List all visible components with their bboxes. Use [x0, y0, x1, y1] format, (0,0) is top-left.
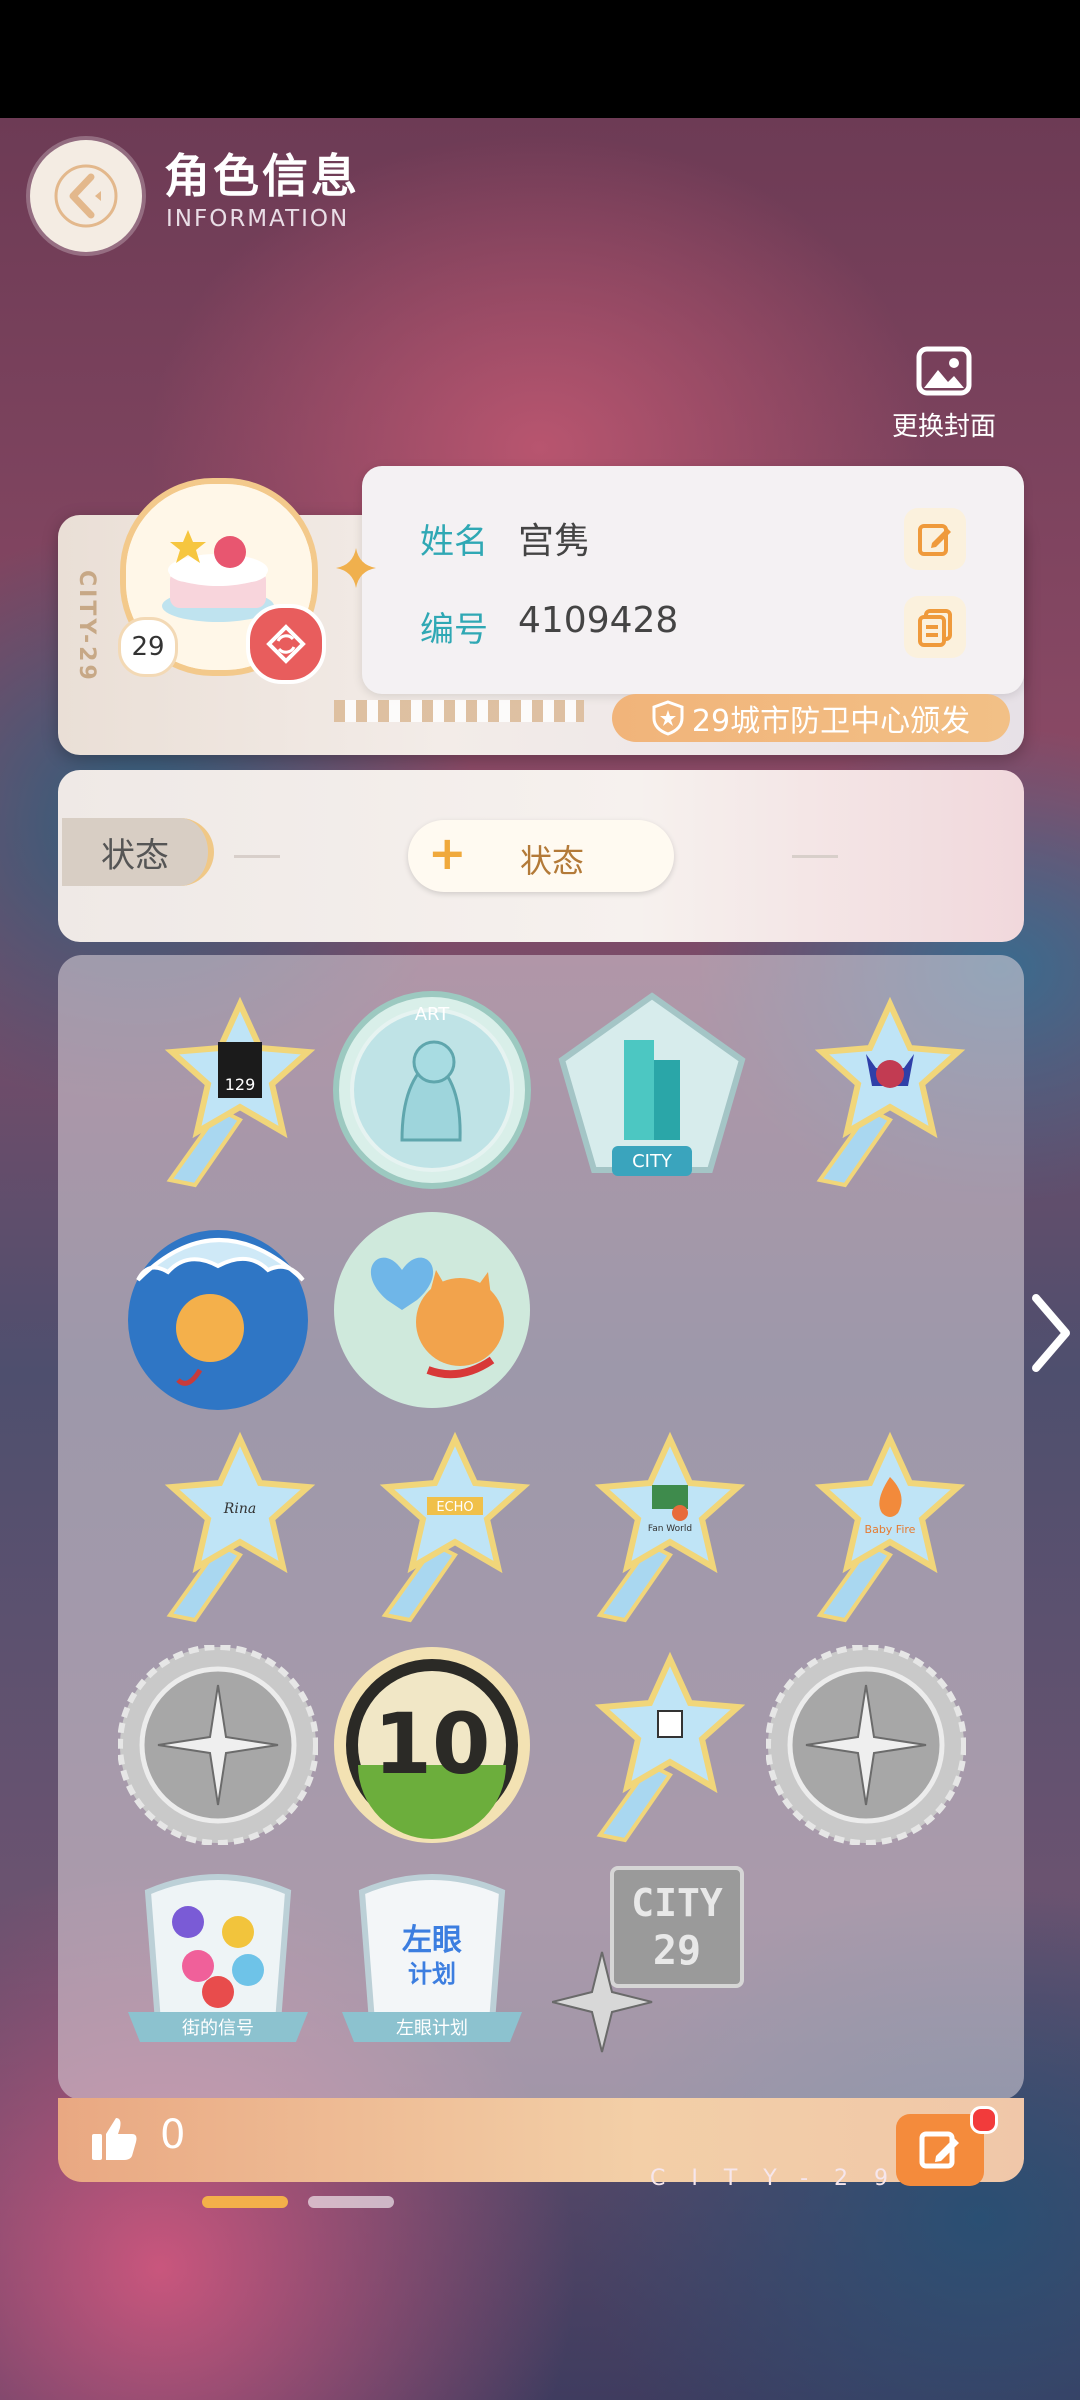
level-badge: 29 — [118, 617, 178, 677]
next-page-arrow-icon[interactable] — [1028, 1290, 1074, 1376]
compass-medal-silver-icon[interactable] — [765, 1644, 967, 1846]
divider — [792, 855, 838, 858]
svg-text:计划: 计划 — [408, 1960, 456, 1988]
ten-medal-icon[interactable]: 10 — [332, 1645, 532, 1845]
status-tag: 状态 — [62, 818, 214, 886]
city-side-label: CITY-29 — [74, 570, 99, 683]
svg-text:Baby Fire: Baby Fire — [865, 1523, 916, 1536]
thumbs-up-icon[interactable] — [88, 2112, 140, 2164]
sparkle-icon — [336, 548, 376, 588]
profile-info-panel — [362, 466, 1024, 694]
svg-text:10: 10 — [374, 1695, 491, 1793]
svg-text:29: 29 — [653, 1928, 701, 1974]
id-value: 4109428 — [518, 600, 679, 641]
svg-text:CITY: CITY — [631, 1881, 723, 1925]
star-badge-129-icon[interactable]: 129 — [140, 990, 340, 1190]
back-button[interactable] — [30, 140, 142, 252]
svg-text:Rina: Rina — [223, 1501, 256, 1517]
art-badge-icon[interactable]: ART — [332, 990, 532, 1190]
page-indicator — [308, 2196, 394, 2208]
svg-text:左眼: 左眼 — [402, 1923, 462, 1958]
issuer-text: 29城市防卫中心颁发 — [691, 704, 971, 739]
rain-cat-badge-icon[interactable] — [118, 1210, 318, 1410]
change-cover-button[interactable]: 更换封面 — [880, 340, 1008, 450]
edit-name-button[interactable] — [904, 508, 966, 570]
svg-text:CITY: CITY — [632, 1151, 673, 1172]
city-badge-icon[interactable]: CITY — [552, 990, 752, 1190]
svg-text:ECHO: ECHO — [436, 1500, 473, 1515]
id-label: 编号 — [420, 610, 488, 650]
svg-text:左眼计划: 左眼计划 — [396, 2018, 468, 2039]
city-29-badge-icon[interactable]: CITY 29 — [551, 1862, 752, 2062]
svg-text:ART: ART — [415, 1004, 451, 1025]
mystery-signal-badge-icon[interactable]: 街的信号 — [118, 1862, 318, 2062]
star-badge-rina-icon[interactable]: Rina — [140, 1425, 340, 1625]
notification-dot — [970, 2106, 998, 2134]
add-status-label: 状态 — [520, 842, 585, 880]
name-label: 姓名 — [420, 522, 488, 562]
add-status-button[interactable]: + 状态 — [408, 820, 674, 892]
star-badge-baby-devil-icon[interactable] — [790, 990, 990, 1190]
left-eye-plan-badge-icon[interactable]: 左眼 计划 左眼计划 — [332, 1862, 532, 2062]
shield-icon — [652, 700, 684, 736]
plus-icon: + — [428, 826, 467, 880]
like-count: 0 — [160, 2112, 186, 2158]
back-arrow-icon — [54, 164, 118, 228]
heart-cat-badge-icon[interactable] — [332, 1210, 532, 1410]
page-subtitle: INFORMATION — [166, 206, 350, 232]
svg-text:Fan World: Fan World — [648, 1524, 692, 1534]
star-badge-fanworld-icon[interactable]: Fan World — [570, 1425, 770, 1625]
page-indicator-active — [202, 2196, 288, 2208]
divider — [234, 855, 280, 858]
svg-text:129: 129 — [225, 1075, 256, 1094]
page-title: 角色信息 — [164, 149, 360, 203]
issuer-badge: 29城市防卫中心颁发 — [612, 694, 1010, 742]
swap-icon — [266, 624, 306, 664]
compass-medal-silver-icon[interactable] — [117, 1644, 319, 1846]
image-icon — [916, 346, 972, 396]
star-badge-small-icon[interactable] — [570, 1645, 770, 1845]
star-badge-babyfire-icon[interactable]: Baby Fire — [790, 1425, 990, 1625]
edit-icon — [919, 2131, 959, 2169]
copy-id-button[interactable] — [904, 596, 966, 658]
edit-icon — [918, 524, 951, 556]
checker-decoration — [334, 700, 584, 722]
star-badge-echo-icon[interactable]: ECHO — [355, 1425, 555, 1625]
name-value: 宫隽 — [518, 521, 591, 562]
status-bar — [0, 0, 1080, 118]
change-cover-label: 更换封面 — [891, 412, 996, 442]
svg-text:街的信号: 街的信号 — [182, 2018, 254, 2039]
copy-icon — [918, 609, 952, 647]
swap-avatar-button[interactable] — [246, 604, 326, 684]
